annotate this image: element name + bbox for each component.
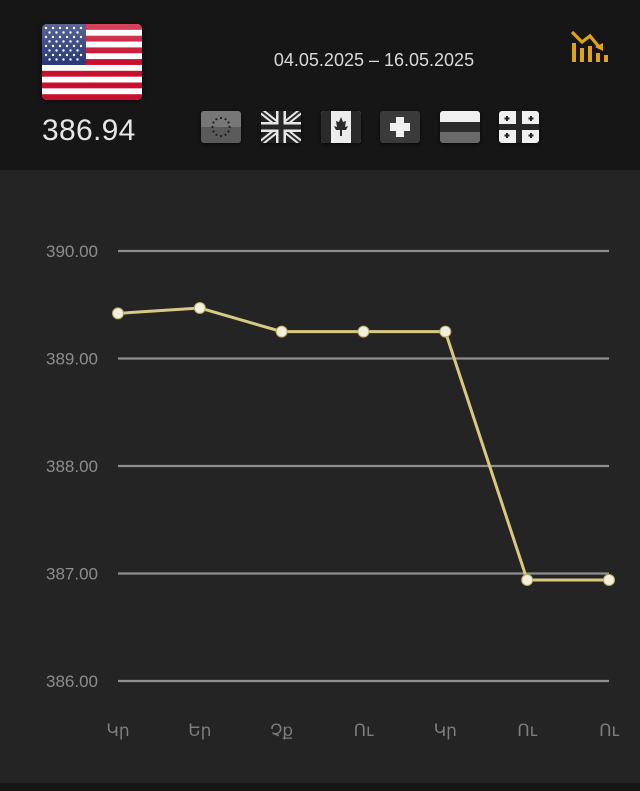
x-tick-label: Ու — [599, 721, 619, 741]
data-point — [275, 325, 288, 338]
y-tick-label: 390.00 — [46, 242, 98, 261]
canada-flag-icon[interactable] — [321, 111, 361, 143]
data-point — [357, 325, 370, 338]
exchange-rate-value: 386.94 — [42, 114, 136, 147]
bottom-bar — [0, 783, 640, 791]
x-tick-label: Կր — [106, 721, 129, 741]
y-tick-label: 388.00 — [46, 457, 98, 476]
line-chart: 390.00 389.00 388.00 387.00 386.00 Կր Եր Չք Ու Կր… — [46, 242, 620, 741]
switzerland-flag-icon[interactable] — [380, 111, 420, 143]
chart-down-icon[interactable] — [570, 28, 610, 64]
data-point — [439, 325, 452, 338]
georgia-flag-icon[interactable] — [499, 111, 539, 143]
x-tick-label: Եր — [188, 721, 211, 741]
data-point — [521, 573, 534, 586]
data-point — [193, 301, 206, 314]
header: 386.94 04.05.2025 – 16.05.2025 — [0, 0, 640, 170]
x-tick-label: Ու — [354, 721, 374, 741]
y-tick-label: 387.00 — [46, 565, 98, 584]
uk-flag-icon[interactable] — [261, 111, 301, 143]
date-range: 04.05.2025 – 16.05.2025 — [273, 50, 475, 70]
rate-chart: 390.00 389.00 388.00 387.00 386.00 Կր Եր Չք Ու Կր… — [0, 170, 640, 783]
series-line — [117, 306, 609, 582]
x-tick-label: Ու — [517, 721, 537, 741]
x-tick-label: Չք — [270, 721, 293, 741]
russia-flag-icon[interactable] — [440, 111, 480, 143]
y-tick-label: 386.00 — [46, 672, 98, 691]
usa-flag-icon[interactable] — [42, 24, 142, 100]
x-tick-label: Կր — [434, 721, 457, 741]
eu-flag-icon[interactable] — [201, 111, 241, 143]
y-tick-label: 389.00 — [46, 350, 98, 369]
data-point — [603, 573, 615, 586]
data-point — [112, 307, 124, 320]
